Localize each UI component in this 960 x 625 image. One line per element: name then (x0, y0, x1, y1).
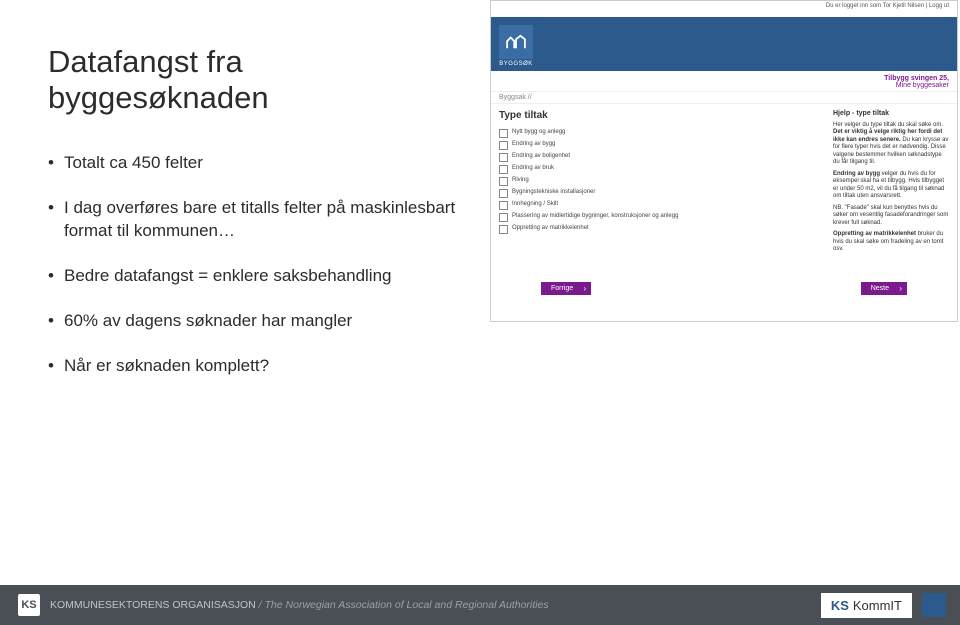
checkbox-label: Plassering av midlertidige bygninger, ko… (512, 213, 678, 220)
checkbox-row[interactable]: Bygningstekniske installasjoner (499, 189, 817, 198)
checkbox-row[interactable]: Endring av bruk (499, 165, 817, 174)
checkbox-icon[interactable] (499, 225, 508, 234)
checkbox-row[interactable]: Innhegning / Skilt (499, 201, 817, 210)
next-button[interactable]: Neste (861, 282, 907, 295)
checkbox-label: Bygningstekniske installasjoner (512, 189, 595, 196)
checkbox-label: Riving (512, 177, 529, 184)
login-bar: Du er logget inn som Tor Kjetil Nilsen |… (491, 1, 957, 17)
help-paragraph: Her velger du type tiltak du skal søke o… (833, 122, 949, 167)
checkbox-label: Oppretting av matrikkelenhet (512, 225, 589, 232)
checkbox-row[interactable]: Nytt bygg og anlegg (499, 129, 817, 138)
sub-header: Tilbygg svingen 25, Mine byggesaker (491, 71, 957, 91)
slide-text: Datafangst fra byggesøknaden Totalt ca 4… (48, 44, 468, 400)
checkbox-label: Endring av bruk (512, 165, 554, 172)
checkbox-icon[interactable] (499, 189, 508, 198)
bullet-item: Totalt ca 450 felter (48, 152, 468, 175)
footer-square-icon (922, 593, 946, 617)
slide-footer: KS KOMMUNESEKTORENS ORGANISASJON / The N… (0, 585, 960, 625)
help-paragraph: NB. "Fasade" skal kun benyttes hvis du s… (833, 205, 949, 228)
bullet-item: 60% av dagens søknader har mangler (48, 310, 468, 333)
brand-name: BYGGSØK (499, 61, 533, 67)
checkbox-label: Nytt bygg og anlegg (512, 129, 565, 136)
brand-bar: BYGGSØK (491, 17, 957, 71)
ks-logo-icon: KS (18, 594, 40, 616)
checkbox-icon[interactable] (499, 165, 508, 174)
help-panel: Hjelp - type tiltak Her velger du type t… (825, 104, 957, 264)
bullet-item: I dag overføres bare et titalls felter p… (48, 197, 468, 243)
logout-link[interactable]: Logg ut (929, 3, 949, 9)
kommit-logo: KS KommIT (821, 593, 912, 618)
checkbox-row[interactable]: Plassering av midlertidige bygninger, ko… (499, 213, 817, 222)
help-title: Hjelp - type tiltak (833, 110, 949, 119)
checkbox-icon[interactable] (499, 141, 508, 150)
brand-logo-icon (499, 25, 533, 59)
checkbox-label: Endring av boligenhet (512, 153, 570, 160)
my-cases-link[interactable]: Mine byggesaker (896, 82, 949, 89)
app-screenshot: Du er logget inn som Tor Kjetil Nilsen |… (490, 0, 958, 322)
checkbox-icon[interactable] (499, 201, 508, 210)
checkbox-row[interactable]: Endring av boligenhet (499, 153, 817, 162)
form-title: Type tiltak (499, 110, 817, 121)
slide-title: Datafangst fra byggesøknaden (48, 44, 468, 116)
logged-in-text: Du er logget inn som Tor Kjetil Nilsen (826, 3, 924, 9)
form-area: Type tiltak Nytt bygg og anlegg Endring … (491, 104, 825, 264)
checkbox-icon[interactable] (499, 129, 508, 138)
checkbox-row[interactable]: Endring av bygg (499, 141, 817, 150)
help-paragraph: Oppretting av matrikkelenhet bruker du h… (833, 231, 949, 254)
checkbox-label: Innhegning / Skilt (512, 201, 558, 208)
help-paragraph: Endring av bygg velger du hvis du for ek… (833, 171, 949, 201)
checkbox-icon[interactable] (499, 177, 508, 186)
bullet-list: Totalt ca 450 felter I dag overføres bar… (48, 152, 468, 378)
bullet-item: Når er søknaden komplett? (48, 355, 468, 378)
prev-button[interactable]: Forrige (541, 282, 591, 295)
checkbox-row[interactable]: Oppretting av matrikkelenhet (499, 225, 817, 234)
checkbox-icon[interactable] (499, 213, 508, 222)
checkbox-icon[interactable] (499, 153, 508, 162)
org-name: KOMMUNESEKTORENS ORGANISASJON / The Norw… (50, 599, 549, 611)
checkbox-label: Endring av bygg (512, 141, 555, 148)
breadcrumb: Byggsak // (491, 91, 957, 104)
checkbox-row[interactable]: Riving (499, 177, 817, 186)
project-address: Tilbygg svingen 25, (884, 75, 949, 82)
bullet-item: Bedre datafangst = enklere saksbehandlin… (48, 265, 468, 288)
nav-buttons: Forrige Neste (491, 264, 957, 295)
